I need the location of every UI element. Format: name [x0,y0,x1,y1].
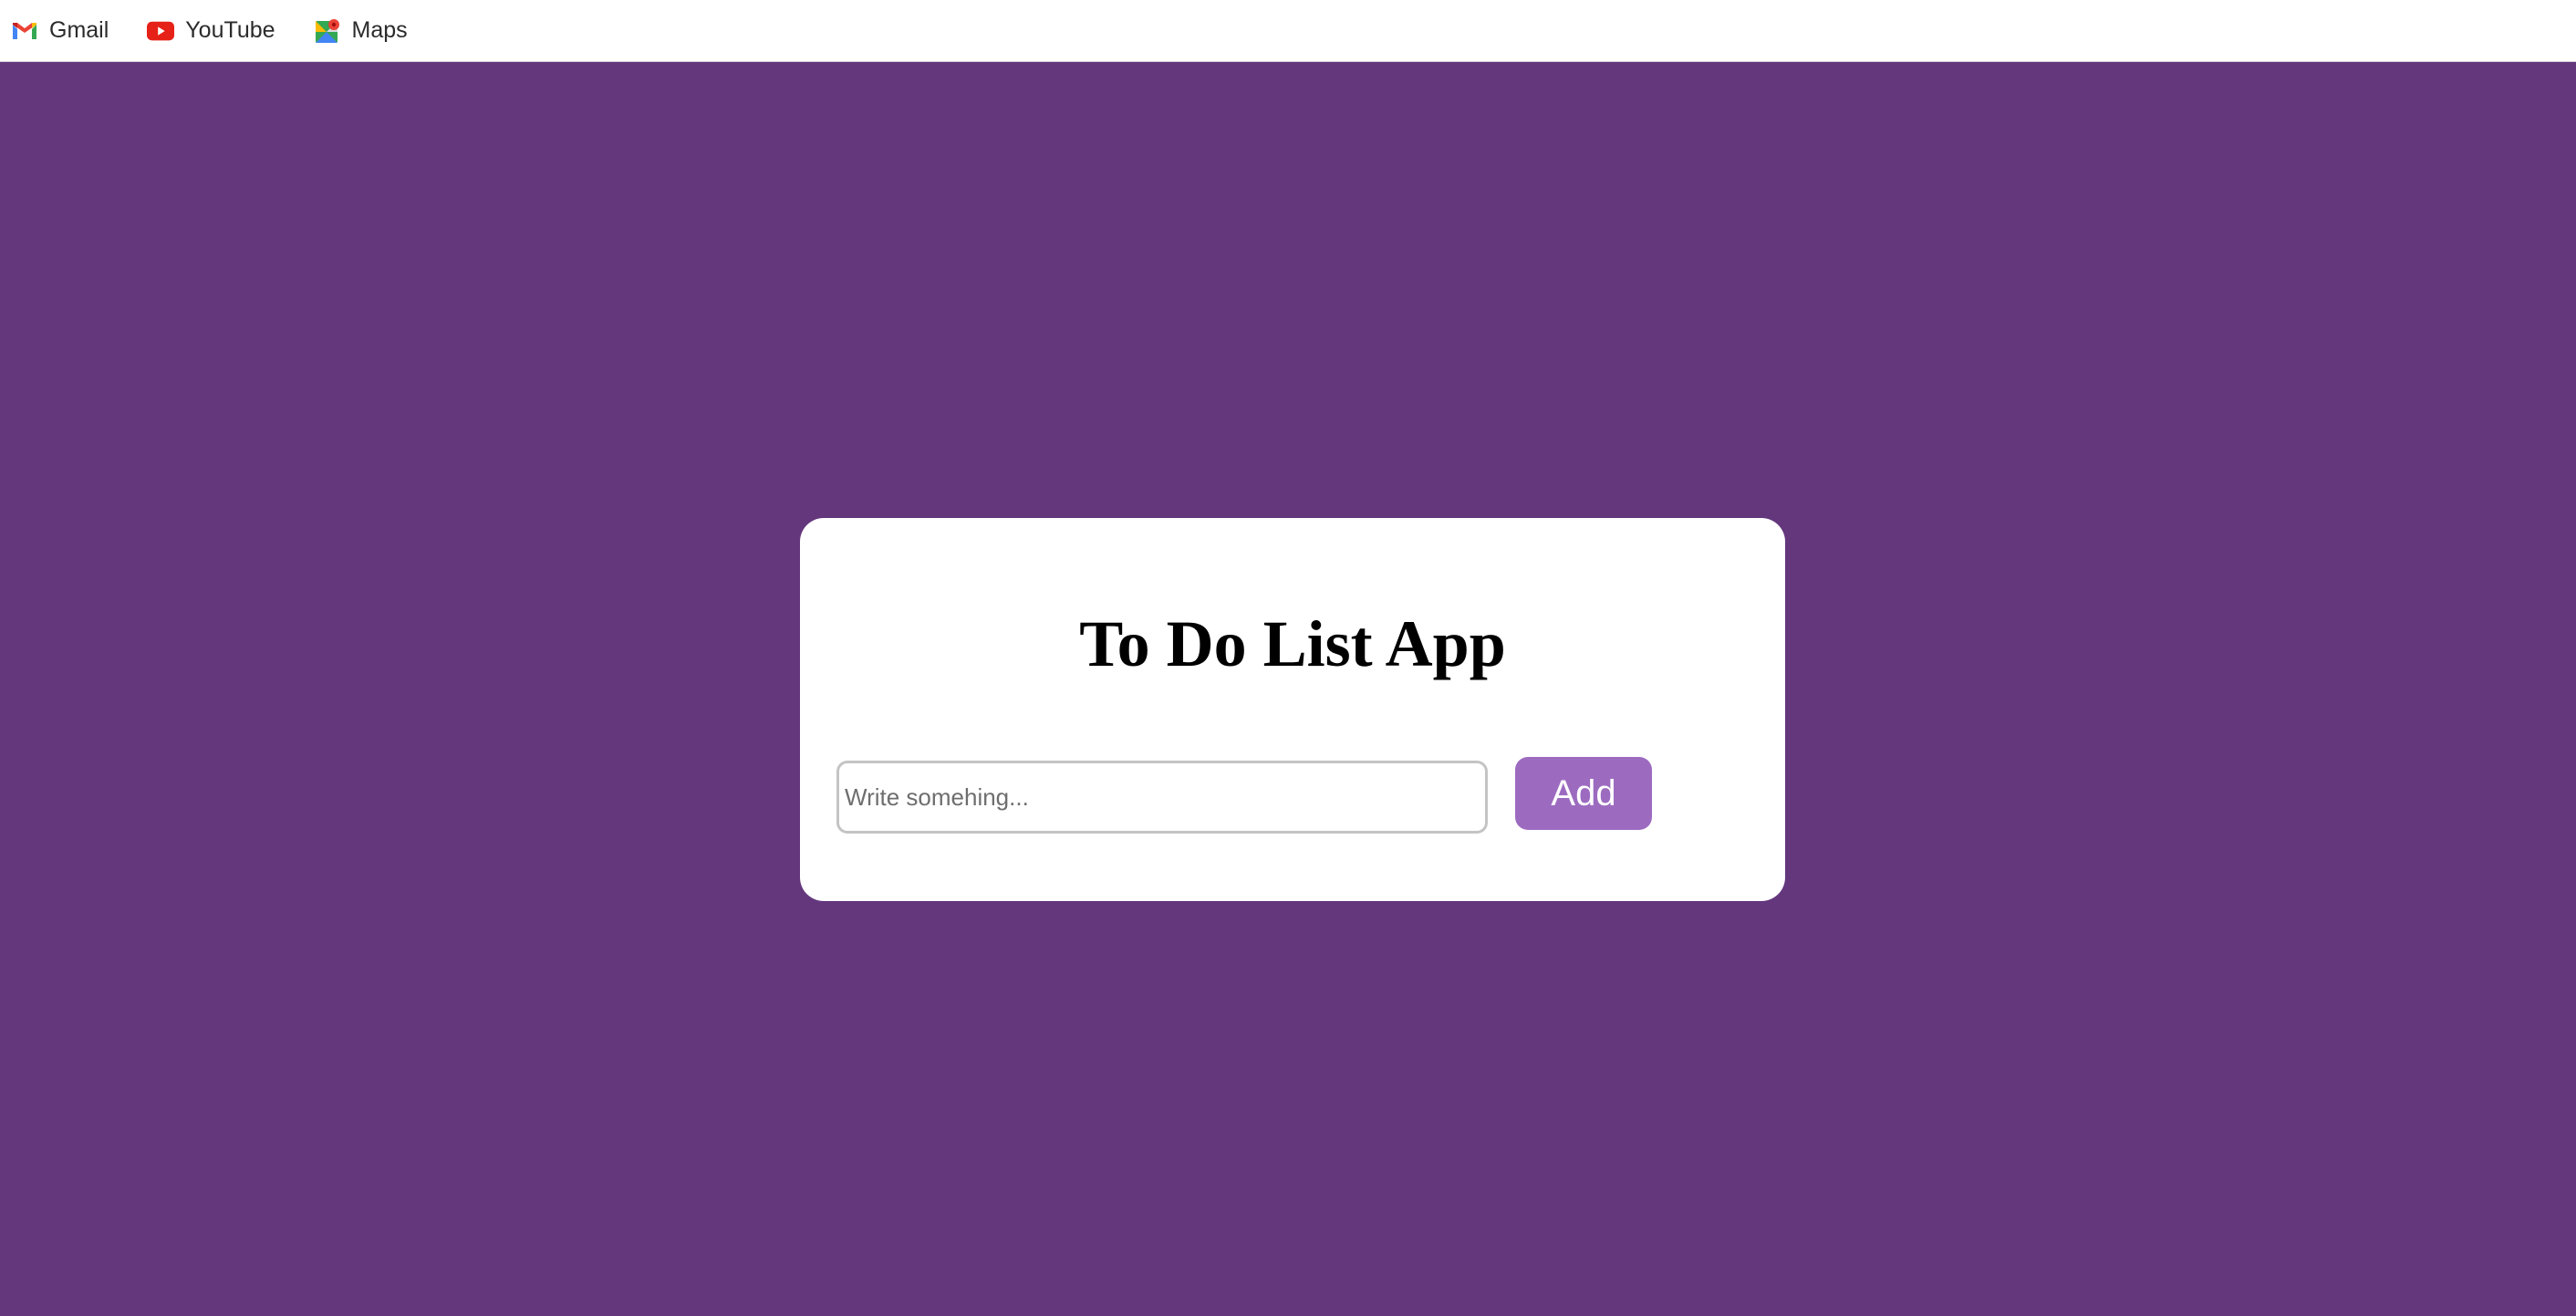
maps-icon [314,17,341,45]
todo-card: To Do List App Add [800,518,1785,901]
bookmark-youtube[interactable]: YouTube [147,7,282,55]
bookmark-label: Maps [351,17,408,43]
app-title: To Do List App [1079,607,1506,680]
add-button[interactable]: Add [1515,757,1652,830]
bookmark-gmail[interactable]: Gmail [11,7,116,55]
bookmarks-bar: Gmail YouTube Maps [0,0,2576,62]
youtube-icon [147,17,175,45]
bookmark-maps[interactable]: Maps [314,7,415,55]
gmail-icon [11,17,38,45]
bookmark-label: Gmail [49,17,109,43]
bookmark-label: YouTube [185,17,275,43]
task-input[interactable] [836,761,1488,834]
